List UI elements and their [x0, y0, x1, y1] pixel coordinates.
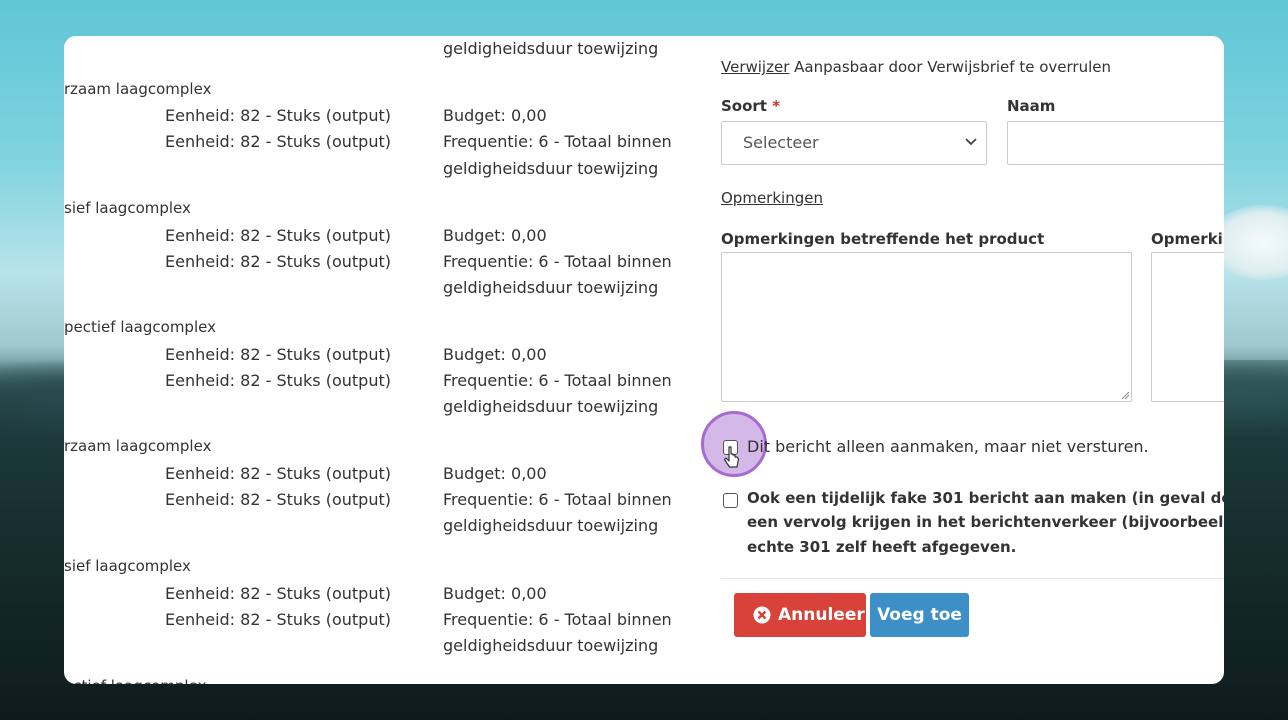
naam-input[interactable] [1007, 121, 1224, 165]
fake-301-checkbox[interactable] [723, 493, 738, 508]
modal-card: geldigheidsduur toewijzing rzaam laagcom… [64, 36, 1224, 684]
unit-text: Eenheid: 82 - Stuks (output) [165, 610, 391, 629]
unit-text: Eenheid: 82 - Stuks (output) [165, 584, 391, 603]
list-wrap-text: geldigheidsduur toewijzing [443, 39, 659, 58]
add-button[interactable]: Voeg toe [870, 593, 969, 637]
cancel-button[interactable]: Annuleer [734, 593, 866, 637]
product-title: rzaam laagcomplex [64, 80, 212, 98]
frequency-wrap-text: geldigheidsduur toewijzing [443, 397, 659, 416]
budget-text: Budget: 0,00 [443, 226, 547, 245]
only-create-label: Dit bericht alleen aanmaken, maar niet v… [747, 437, 1149, 456]
opmerkingen-product-label: Opmerkingen betreffende het product [721, 230, 1045, 248]
soort-select[interactable]: Selecteer [721, 121, 987, 165]
unit-text: Eenheid: 82 - Stuks (output) [165, 345, 391, 364]
unit-text: Eenheid: 82 - Stuks (output) [165, 106, 391, 125]
unit-text: Eenheid: 82 - Stuks (output) [165, 132, 391, 151]
frequency-wrap-text: geldigheidsduur toewijzing [443, 159, 659, 178]
product-title: sief laagcomplex [64, 199, 191, 217]
verwijzer-text: Aanpasbaar door Verwijsbrief te overrule… [794, 58, 1111, 76]
fake-301-label-line3: echte 301 zelf heeft afgegeven. [747, 538, 1017, 556]
chevron-down-icon [965, 138, 977, 146]
resize-grip-icon[interactable] [1121, 391, 1129, 399]
product-title: sief laagcomplex [64, 557, 191, 575]
unit-text: Eenheid: 82 - Stuks (output) [165, 464, 391, 483]
fake-301-label-line2: een vervolg krijgen in het berichtenverk… [747, 513, 1224, 531]
required-mark: * [772, 97, 781, 115]
add-button-label: Voeg toe [877, 605, 962, 625]
close-circle-icon [753, 606, 771, 624]
frequency-wrap-text: geldigheidsduur toewijzing [443, 278, 659, 297]
unit-text: Eenheid: 82 - Stuks (output) [165, 371, 391, 390]
unit-text: Eenheid: 82 - Stuks (output) [165, 490, 391, 509]
opmerkingen-other-label: Opmerkin [1151, 230, 1224, 248]
product-title: rzaam laagcomplex [64, 437, 212, 455]
verwijzer-row: Verwijzer Aanpasbaar door Verwijsbrief t… [721, 57, 1111, 77]
naam-label: Naam [1007, 97, 1056, 115]
cancel-button-label: Annuleer [778, 605, 865, 625]
frequency-text: Frequentie: 6 - Totaal binnen [443, 132, 672, 151]
frequency-text: Frequentie: 6 - Totaal binnen [443, 252, 672, 271]
opmerkingen-link[interactable]: Opmerkingen [721, 188, 823, 208]
opmerkingen-product-textarea[interactable] [721, 252, 1132, 402]
product-title: pectief laagcomplex [64, 318, 216, 336]
budget-text: Budget: 0,00 [443, 464, 547, 483]
soort-select-value: Selecteer [743, 133, 819, 152]
frequency-text: Frequentie: 6 - Totaal binnen [443, 371, 672, 390]
frequency-text: Frequentie: 6 - Totaal binnen [443, 610, 672, 629]
verwijzer-link[interactable]: Verwijzer [721, 58, 789, 76]
divider [721, 578, 1224, 579]
soort-label: Soort * [721, 97, 781, 115]
opmerkingen-other-textarea[interactable] [1151, 252, 1224, 402]
budget-text: Budget: 0,00 [443, 345, 547, 364]
unit-text: Eenheid: 82 - Stuks (output) [165, 226, 391, 245]
frequency-wrap-text: geldigheidsduur toewijzing [443, 516, 659, 535]
fake-301-label-line1: Ook een tijdelijk fake 301 bericht aan m… [747, 489, 1224, 507]
product-title: ectief laagcomplex [64, 676, 206, 684]
frequency-wrap-text: geldigheidsduur toewijzing [443, 636, 659, 655]
budget-text: Budget: 0,00 [443, 106, 547, 125]
budget-text: Budget: 0,00 [443, 584, 547, 603]
frequency-text: Frequentie: 6 - Totaal binnen [443, 490, 672, 509]
unit-text: Eenheid: 82 - Stuks (output) [165, 252, 391, 271]
mouse-pointer-icon [723, 446, 740, 468]
